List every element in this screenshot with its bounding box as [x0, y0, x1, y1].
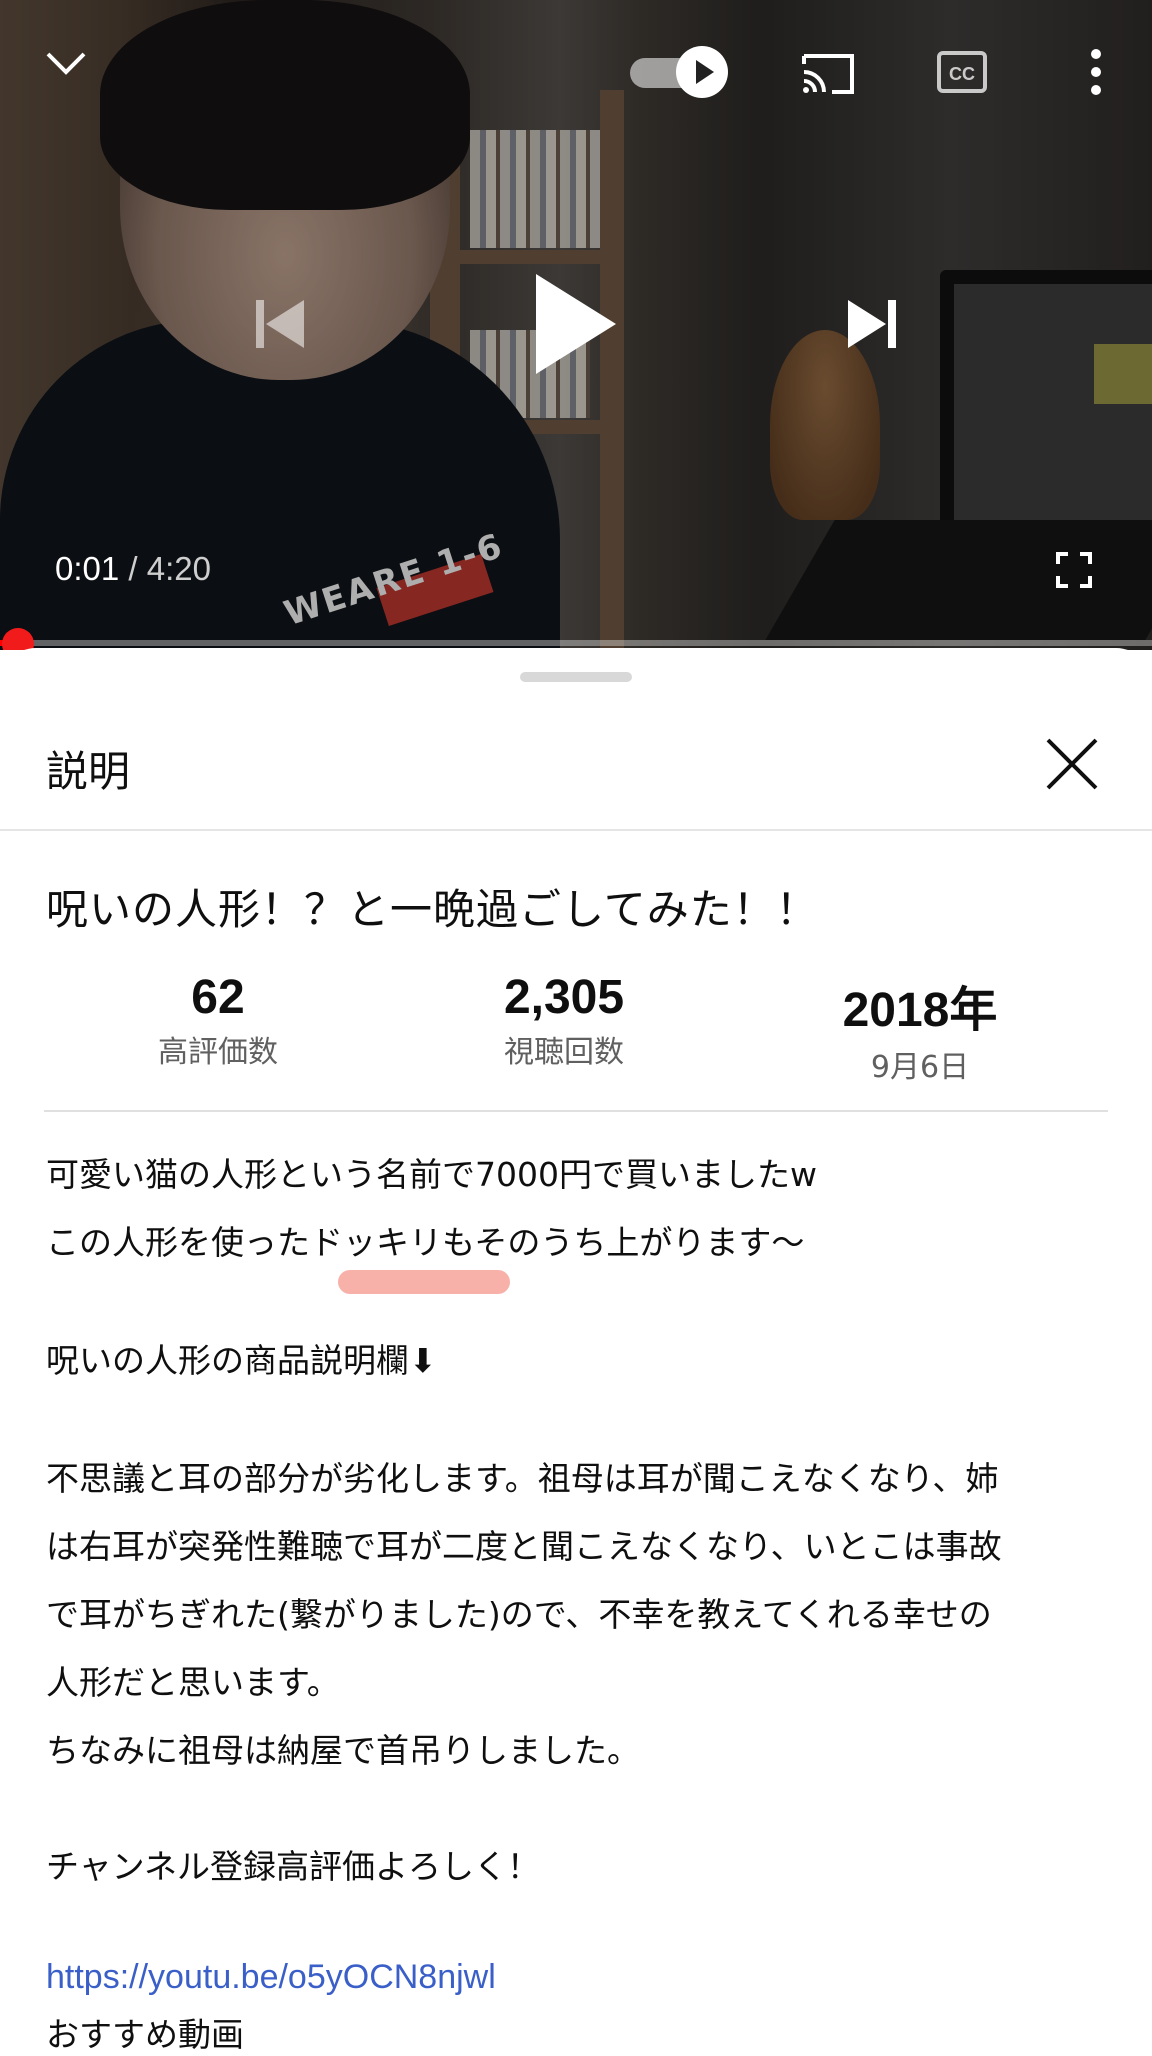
- previous-icon[interactable]: [252, 296, 308, 352]
- date-year: 2018年: [842, 984, 998, 1037]
- date-day: 9月6日: [870, 1050, 970, 1085]
- fullscreen-icon[interactable]: [1056, 552, 1092, 588]
- description-line: 不思議と耳の部分が劣化します。祖母は耳が聞こえなくなり、姉: [46, 1459, 999, 1498]
- video-title: 呪いの人形！？と一晩過ごしてみた！！: [46, 885, 819, 934]
- drag-handle[interactable]: [520, 672, 632, 682]
- views-stat: 2,305 視聴回数: [414, 970, 714, 1071]
- description-line: で耳がちぎれた(繋がりました)ので、不幸を教えてくれる幸せの: [46, 1595, 992, 1634]
- views-value: 2,305: [503, 971, 625, 1024]
- cast-icon[interactable]: [798, 48, 858, 98]
- likes-label: 高評価数: [158, 1035, 278, 1070]
- description-sheet: 説明 呪いの人形！？と一晩過ごしてみた！！ 62 高評価数 2,305 視聴回数…: [0, 648, 1152, 2054]
- current-time: 0:01: [55, 550, 120, 587]
- recommended-label: おすすめ動画: [46, 2015, 244, 2054]
- more-options-icon[interactable]: [1086, 46, 1106, 98]
- sheet-title: 説明: [46, 747, 131, 796]
- close-icon[interactable]: [1040, 732, 1104, 796]
- divider: [0, 829, 1152, 831]
- video-link[interactable]: https://youtu.be/o5yOCN8njwl: [46, 1958, 496, 1997]
- views-label: 視聴回数: [504, 1035, 624, 1070]
- description-line: 可愛い猫の人形という名前で7000円で買いましたw: [46, 1155, 817, 1194]
- time-display: 0:01 / 4:20: [55, 550, 211, 588]
- highlight-mark: [338, 1270, 510, 1294]
- description-line: は右耳が突発性難聴で耳が二度と聞こえなくなり、いとこは事故: [46, 1527, 1002, 1566]
- divider: [44, 1110, 1108, 1112]
- description-line: 人形だと思います。: [46, 1663, 340, 1702]
- play-icon[interactable]: [534, 272, 618, 376]
- duration: 4:20: [146, 550, 211, 587]
- likes-stat: 62 高評価数: [68, 970, 368, 1071]
- description-line: ちなみに祖母は納屋で首吊りしました。: [46, 1731, 640, 1770]
- autoplay-toggle[interactable]: [626, 44, 730, 100]
- chevron-down-icon[interactable]: [44, 48, 88, 78]
- captions-icon[interactable]: CC: [936, 50, 988, 94]
- video-player[interactable]: WEARE 1-6 CC 0:01 / 4:20: [0, 0, 1152, 650]
- date-stat: 2018年 9月6日: [770, 970, 1070, 1086]
- next-icon[interactable]: [844, 296, 900, 352]
- description-line: チャンネル登録高評価よろしく！: [46, 1847, 541, 1886]
- description-line: この人形を使ったドッキリもそのうち上がります〜: [46, 1223, 805, 1262]
- description-line: 呪いの人形の商品説明欄⬇: [46, 1341, 437, 1380]
- svg-text:CC: CC: [949, 64, 975, 84]
- time-separator: /: [128, 550, 138, 587]
- likes-value: 62: [191, 971, 245, 1024]
- progress-bar[interactable]: [0, 640, 1152, 646]
